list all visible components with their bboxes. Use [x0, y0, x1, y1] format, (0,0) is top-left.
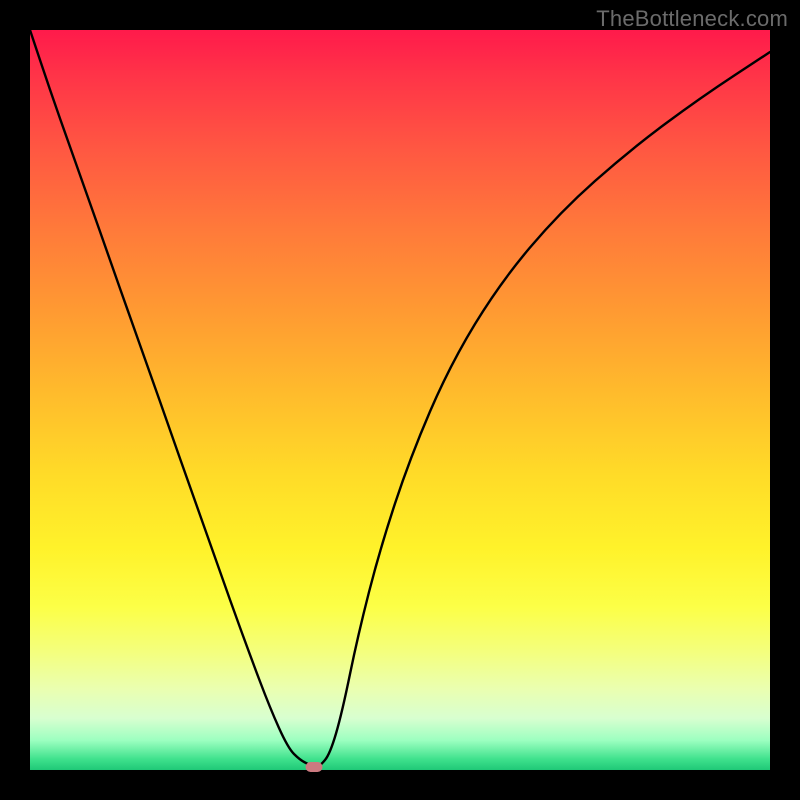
bottleneck-curve [30, 30, 770, 767]
chart-frame: TheBottleneck.com [0, 0, 800, 800]
minimum-marker [306, 762, 323, 772]
watermark-text: TheBottleneck.com [596, 6, 788, 32]
curve-svg [30, 30, 770, 770]
plot-area [30, 30, 770, 770]
